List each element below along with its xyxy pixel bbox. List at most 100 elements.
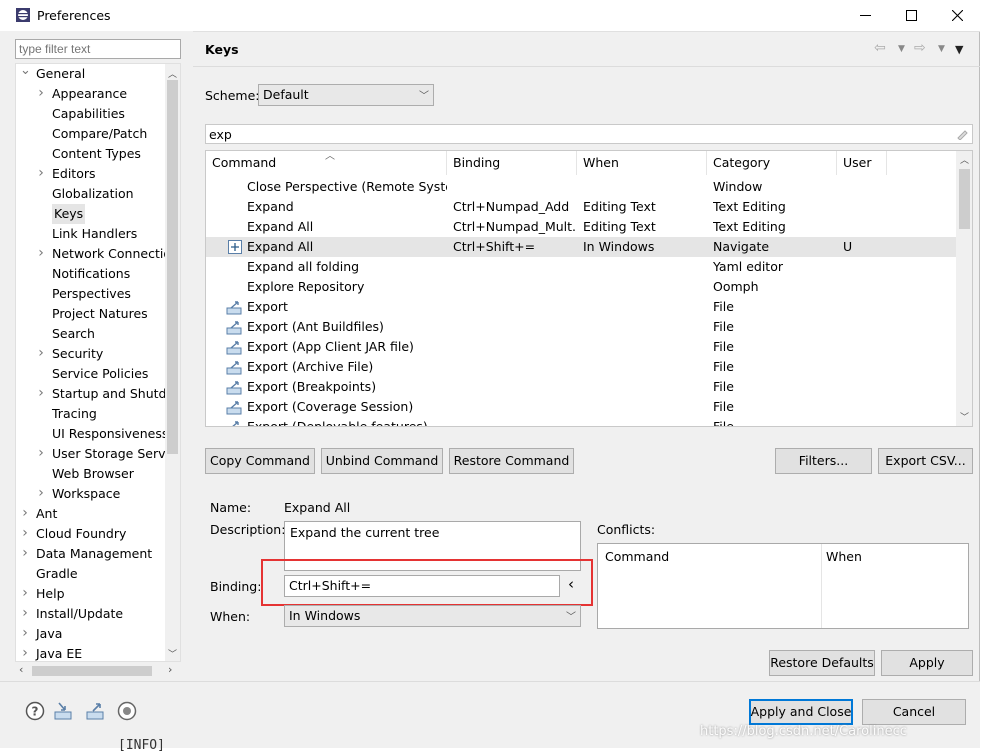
minimize-icon: [859, 15, 871, 16]
export-preferences-icon[interactable]: [85, 701, 105, 721]
filter-input[interactable]: [15, 39, 181, 59]
table-row[interactable]: Export (Archive File) File: [206, 357, 956, 377]
when-value: In Windows: [289, 608, 361, 623]
cell-category: Navigate: [713, 239, 770, 254]
sidebar-item-label: Editors: [52, 166, 96, 181]
tree-hscroll-thumb[interactable]: [32, 666, 152, 676]
minimize-button[interactable]: [842, 0, 888, 31]
tree-horizontal-scrollbar[interactable]: ‹ ›: [16, 663, 180, 679]
maximize-icon: [905, 10, 917, 21]
scheme-combo[interactable]: Default ﹀: [258, 84, 434, 106]
clear-search-icon[interactable]: [956, 127, 969, 140]
forward-nav-icon[interactable]: ⇨: [914, 40, 926, 56]
scroll-right-icon[interactable]: ›: [168, 663, 172, 676]
collapsed-chevron-icon[interactable]: ›: [20, 644, 30, 661]
maximize-button[interactable]: [888, 0, 934, 31]
export-icon: [226, 401, 242, 415]
table-row[interactable]: Export (Deployable features) File: [206, 417, 956, 426]
collapsed-chevron-icon[interactable]: ›: [36, 344, 46, 364]
column-header-user[interactable]: User: [837, 151, 887, 175]
sidebar-item-label: Link Handlers: [52, 226, 138, 241]
table-row[interactable]: Expand all folding Yaml editor: [206, 257, 956, 277]
view-menu-icon[interactable]: ▼: [955, 43, 963, 56]
table-scroll-thumb[interactable]: [959, 169, 970, 229]
collapsed-chevron-icon[interactable]: ›: [36, 84, 46, 104]
collapsed-chevron-icon[interactable]: ›: [20, 524, 30, 544]
apply-and-close-button[interactable]: Apply and Close: [749, 699, 853, 725]
sidebar-item-label: UI Responsiveness: [52, 426, 169, 441]
table-row[interactable]: Export (App Client JAR file) File: [206, 337, 956, 357]
cell-category: Window: [713, 179, 763, 194]
cell-binding: Ctrl+Shift+=: [453, 239, 536, 254]
collapsed-chevron-icon[interactable]: ›: [36, 484, 46, 504]
cell-command: Explore Repository: [247, 279, 365, 294]
back-history-chevron-icon[interactable]: ▼: [898, 44, 905, 54]
keys-search-value: exp: [209, 127, 232, 142]
sidebar-item-label: Appearance: [52, 86, 128, 101]
table-row[interactable]: Explore Repository Oomph: [206, 277, 956, 297]
restore-defaults-button[interactable]: Restore Defaults: [769, 650, 875, 676]
help-icon[interactable]: ?: [25, 701, 45, 721]
unbind-command-button[interactable]: Unbind Command: [321, 448, 443, 474]
table-row[interactable]: Export (Coverage Session) File: [206, 397, 956, 417]
collapsed-chevron-icon[interactable]: ›: [20, 624, 30, 644]
table-row[interactable]: Expand All Ctrl+Numpad_Mult... Editing Tex…: [206, 217, 956, 237]
table-row[interactable]: Export (Breakpoints) File: [206, 377, 956, 397]
collapsed-chevron-icon[interactable]: ›: [36, 244, 46, 264]
table-row[interactable]: Export File: [206, 297, 956, 317]
table-scroll-up-icon[interactable]: ︿: [960, 153, 969, 166]
column-header-category[interactable]: Category: [707, 151, 837, 175]
forward-history-chevron-icon[interactable]: ▼: [938, 44, 945, 54]
expanded-chevron-icon[interactable]: ⌄: [20, 64, 31, 84]
cell-category: File: [713, 379, 734, 394]
collapsed-chevron-icon[interactable]: ›: [36, 444, 46, 464]
table-row[interactable]: Expand All Ctrl+Shift+= In Windows Navigate…: [206, 237, 956, 257]
sidebar-item-label: Java: [36, 626, 63, 641]
scroll-up-icon[interactable]: ︿: [168, 67, 177, 80]
cell-binding: Ctrl+Numpad_Mult...: [453, 219, 577, 234]
scroll-left-icon[interactable]: ‹: [19, 663, 23, 676]
cell-category: File: [713, 339, 734, 354]
export-csv-button[interactable]: Export CSV...: [878, 448, 973, 474]
cell-command: Export (App Client JAR file): [247, 339, 414, 354]
table-scroll-down-icon[interactable]: ﹀: [960, 410, 969, 423]
table-row[interactable]: Close Perspective (Remote System Window: [206, 177, 956, 197]
table-row[interactable]: Export (Ant Buildfiles) File: [206, 317, 956, 337]
collapsed-chevron-icon[interactable]: ›: [20, 504, 30, 524]
close-button[interactable]: [934, 0, 980, 31]
restore-command-button[interactable]: Restore Command: [449, 448, 574, 474]
import-preferences-icon[interactable]: [53, 701, 73, 721]
header-divider: [193, 66, 980, 67]
column-header-binding[interactable]: Binding: [447, 151, 577, 175]
sidebar-item-label: Perspectives: [52, 286, 131, 301]
apply-button[interactable]: Apply: [881, 650, 973, 676]
export-icon: [226, 341, 242, 355]
collapsed-chevron-icon[interactable]: ›: [20, 544, 30, 564]
column-header-when[interactable]: When: [577, 151, 707, 175]
sidebar-item-label: Keys: [52, 204, 86, 224]
collapsed-chevron-icon[interactable]: ›: [20, 604, 30, 624]
when-combo[interactable]: In Windows ﹀: [284, 605, 581, 627]
sidebar-item-label: Content Types: [52, 146, 141, 161]
collapsed-chevron-icon[interactable]: ›: [20, 584, 30, 604]
tree-scroll-thumb[interactable]: [167, 80, 178, 454]
table-row[interactable]: Expand Ctrl+Numpad_Add Editing Text Text Ed…: [206, 197, 956, 217]
cell-command: Expand All: [247, 219, 314, 234]
copy-command-button[interactable]: Copy Command: [205, 448, 315, 474]
collapsed-chevron-icon[interactable]: ›: [36, 164, 46, 184]
keys-search-input[interactable]: exp: [205, 124, 973, 144]
highlight-annotation-box: [261, 559, 593, 606]
preferences-tree: ⌄ General › Appearance Capabilities Compare/P…: [15, 63, 181, 662]
scroll-down-icon[interactable]: ﹀: [168, 647, 177, 660]
table-vertical-scrollbar[interactable]: ︿ ﹀: [956, 151, 972, 426]
collapsed-chevron-icon[interactable]: ›: [36, 384, 46, 404]
cancel-button[interactable]: Cancel: [862, 699, 966, 725]
filters-button[interactable]: Filters...: [775, 448, 872, 474]
preferences-dialog: Preferences ⌄ General › Appearance Capabilit…: [0, 0, 980, 748]
sidebar-item-label: Capabilities: [52, 106, 125, 121]
page-title: Keys: [205, 42, 239, 57]
sidebar-item-label: Service Policies: [52, 366, 149, 381]
back-nav-icon[interactable]: ⇦: [874, 40, 886, 56]
tree-vertical-scrollbar[interactable]: ︿ ﹀: [165, 64, 180, 661]
record-icon[interactable]: [117, 701, 137, 721]
